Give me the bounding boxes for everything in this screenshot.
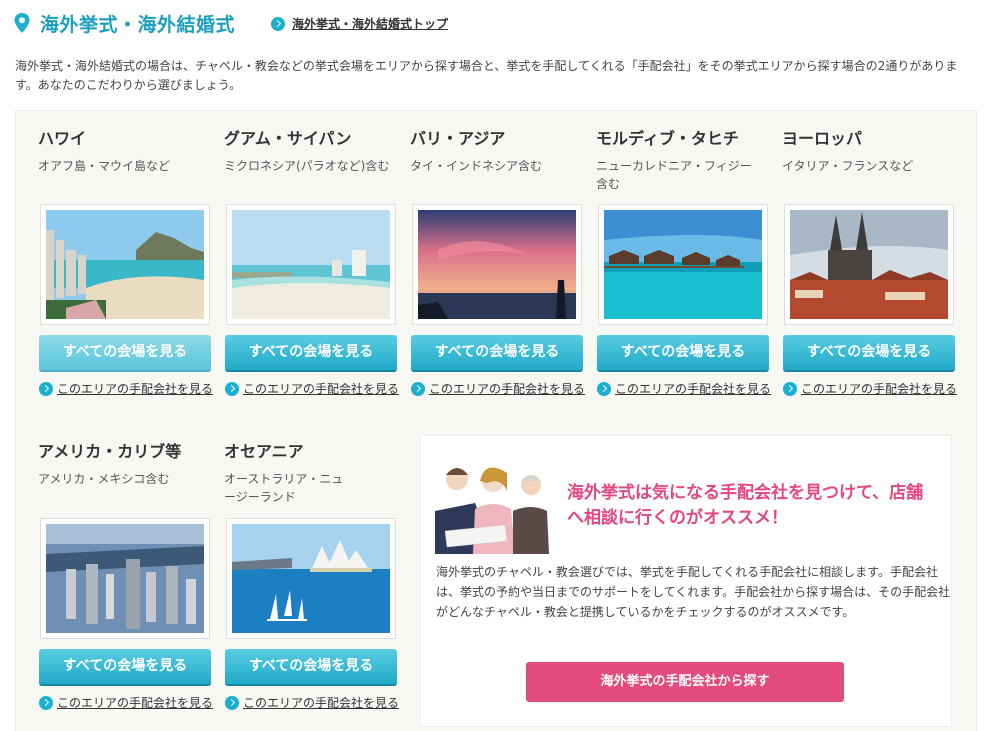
photo-guam[interactable] [226,204,396,325]
all-venues-button-hawaii[interactable]: すべての会場を見る [39,335,211,370]
agency-link-label[interactable]: このエリアの手配会社を見る [615,380,771,397]
all-venues-button-maldives[interactable]: すべての会場を見る [597,335,769,370]
photo-hawaii[interactable] [40,204,210,325]
arrow-circle-icon [271,16,285,31]
search-agency-button[interactable]: 海外挙式の手配会社から探す [526,662,844,702]
agency-link-label[interactable]: このエリアの手配会社を見る [243,380,399,397]
consultation-illustration [435,451,552,554]
agency-link-label[interactable]: このエリアの手配会社を見る [57,380,213,397]
photo-oceania[interactable] [226,518,396,639]
area-sub: イタリア・フランスなど [782,159,914,173]
promo-body: 海外挙式のチャペル・教会選びでは、挙式を手配してくれる手配会社に相談します。手配… [436,565,951,619]
oceania-image [232,524,390,633]
agency-link-bali[interactable]: このエリアの手配会社を見る [411,380,591,397]
agency-link-oceania[interactable]: このエリアの手配会社を見る [225,694,405,711]
area-sub: オアフ島・マウイ島など [38,159,171,173]
photo-bali[interactable] [412,204,582,325]
all-venues-button-europe[interactable]: すべての会場を見る [783,335,955,370]
all-venues-button-oceania[interactable]: すべての会場を見る [225,649,397,684]
agency-link-label[interactable]: このエリアの手配会社を見る [801,380,957,397]
all-venues-button-guam[interactable]: すべての会場を見る [225,335,397,370]
area-name: ハワイ [38,129,87,148]
photo-europe[interactable] [784,204,954,325]
maldives-image [604,210,762,319]
top-link-label[interactable]: 海外挙式・海外結婚式トップ [292,15,448,32]
area-bali: バリ・アジア タイ・インドネシア含む [410,128,585,175]
agency-link-label[interactable]: このエリアの手配会社を見る [57,694,213,711]
agency-link-label[interactable]: このエリアの手配会社を見る [243,694,399,711]
area-guam: グアム・サイパン ミクロネシア(パラオなど)含む [224,128,399,175]
area-oceania: オセアニア オーストラリア・ニュージーランド [224,441,344,506]
area-sub: ミクロネシア(パラオなど)含む [224,159,390,173]
europe-image [790,210,948,319]
area-name: ヨーロッパ [782,129,863,148]
arrow-circle-icon [39,381,53,396]
area-hawaii: ハワイ オアフ島・マウイ島など [38,128,213,175]
hawaii-image [46,210,204,319]
photo-maldives[interactable] [598,204,768,325]
arrow-circle-icon [225,381,239,396]
agency-link-maldives[interactable]: このエリアの手配会社を見る [597,380,777,397]
top-link[interactable]: 海外挙式・海外結婚式トップ [271,15,448,32]
guam-image [232,210,390,319]
page-header: 海外挙式・海外結婚式 [13,8,235,38]
all-venues-button-bali[interactable]: すべての会場を見る [411,335,583,370]
area-sub: アメリカ・メキシコ含む [38,472,170,486]
area-name: アメリカ・カリブ等 [38,442,182,461]
promo-headline: 海外挙式は気になる手配会社を見つけて、店舗へ相談に行くのがオススメ！ [567,483,924,528]
agency-link-hawaii[interactable]: このエリアの手配会社を見る [39,380,219,397]
area-sub: タイ・インドネシア含む [410,159,543,173]
agency-link-label[interactable]: このエリアの手配会社を見る [429,380,585,397]
photo-america[interactable] [40,518,210,639]
agency-link-america[interactable]: このエリアの手配会社を見る [39,694,219,711]
area-maldives: モルディブ・タヒチ ニューカレドニア・フィジー含む [596,128,761,193]
area-name: モルディブ・タヒチ [596,129,739,148]
area-america: アメリカ・カリブ等 アメリカ・メキシコ含む [38,441,213,488]
location-pin-icon [14,13,30,33]
page-title: 海外挙式・海外結婚式 [40,13,236,36]
arrow-circle-icon [39,695,53,710]
agency-link-europe[interactable]: このエリアの手配会社を見る [783,380,963,397]
all-venues-button-america[interactable]: すべての会場を見る [39,649,211,684]
intro-text: 海外挙式・海外結婚式の場合は、チャペル・教会などの挙式会場をエリアから探す場合と… [15,59,958,92]
area-sub: オーストラリア・ニュージーランド [224,472,344,504]
area-sub: ニューカレドニア・フィジー含む [596,159,752,191]
area-name: バリ・アジア [410,129,506,148]
area-europe: ヨーロッパ イタリア・フランスなど [782,128,957,175]
area-name: オセアニア [224,442,304,461]
arrow-circle-icon [411,381,425,396]
area-name: グアム・サイパン [224,129,352,148]
arrow-circle-icon [597,381,611,396]
agency-link-guam[interactable]: このエリアの手配会社を見る [225,380,405,397]
arrow-circle-icon [783,381,797,396]
america-image [46,524,204,633]
bali-image [418,210,576,319]
arrow-circle-icon [225,695,239,710]
